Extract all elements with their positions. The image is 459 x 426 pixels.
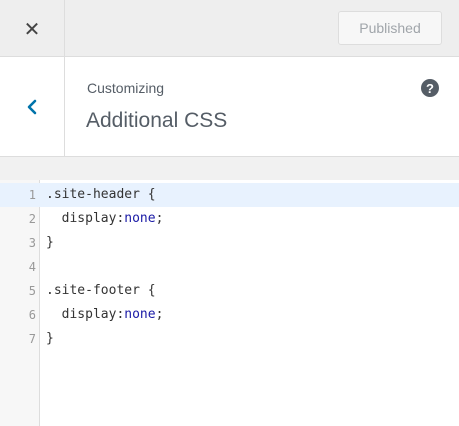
page-title: Additional CSS — [86, 109, 228, 132]
code-text: } — [46, 331, 54, 346]
customizer-panel: ✕ Published Customizing Additional CSS ?… — [0, 0, 459, 426]
code-text: .site-header { — [46, 187, 156, 202]
css-value: none — [124, 307, 156, 322]
code-text: .site-footer { — [46, 283, 156, 298]
line-number: 4 — [28, 260, 36, 274]
code-line[interactable]: 3 } — [0, 231, 459, 255]
code-text: } — [46, 235, 54, 250]
back-button[interactable] — [0, 57, 65, 157]
line-number: 2 — [28, 212, 36, 226]
breadcrumb: Customizing — [87, 80, 165, 96]
close-button[interactable]: ✕ — [0, 0, 65, 57]
code-line[interactable]: 1 .site-header { — [0, 183, 459, 207]
close-icon: ✕ — [23, 16, 41, 41]
css-value: none — [124, 211, 156, 226]
css-property: display: — [46, 211, 125, 226]
customizer-topbar: ✕ Published — [0, 0, 459, 57]
line-number: 7 — [28, 332, 36, 346]
code-line[interactable]: 2 display:none; — [0, 207, 459, 231]
code-line[interactable]: 6 display:none; — [0, 303, 459, 327]
line-number: 6 — [28, 308, 36, 322]
code-text: display:none; — [46, 207, 164, 231]
chevron-left-icon — [27, 99, 37, 115]
line-number: 5 — [28, 284, 36, 298]
css-code-editor[interactable]: 1 .site-header { 2 display:none; 3 } 4 5… — [0, 180, 459, 426]
line-number: 1 — [28, 188, 36, 202]
code-line[interactable]: 4 — [0, 255, 459, 279]
code-text: display:none; — [46, 303, 164, 327]
line-number: 3 — [28, 236, 36, 250]
css-punctuation: ; — [155, 211, 164, 226]
code-line[interactable]: 5 .site-footer { — [0, 279, 459, 303]
help-icon[interactable]: ? — [421, 79, 439, 97]
section-header: Customizing Additional CSS ? — [0, 57, 459, 157]
code-line[interactable]: 7 } — [0, 327, 459, 351]
css-property: display: — [46, 307, 125, 322]
spacer — [0, 157, 459, 180]
publish-button[interactable]: Published — [338, 11, 442, 45]
css-punctuation: ; — [155, 307, 164, 322]
